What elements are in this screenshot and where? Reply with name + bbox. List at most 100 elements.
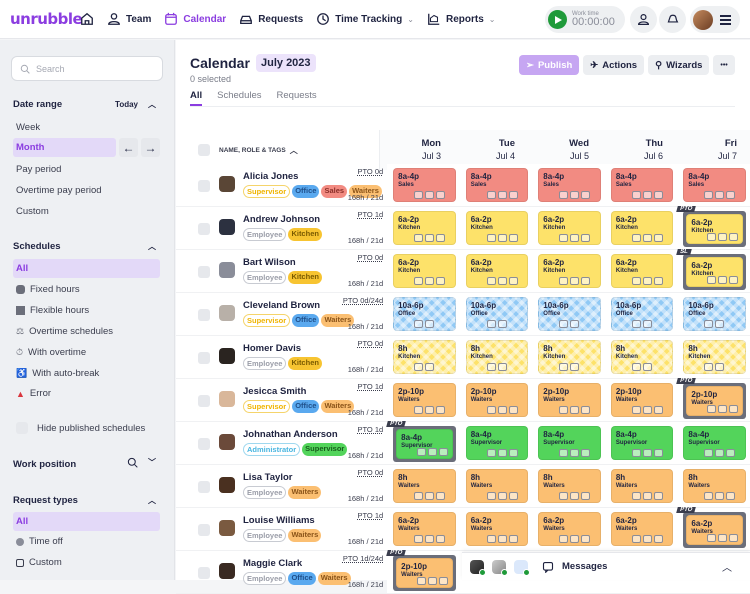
nav-home[interactable] [80, 12, 94, 26]
shift-card[interactable]: 8h Kitchen [465, 340, 529, 374]
chevron-up-icon[interactable]: ︿ [722, 559, 732, 574]
chevron-up-icon[interactable]: ︿ [148, 241, 156, 252]
shift-card[interactable]: 8h Kitchen [683, 340, 746, 374]
pto-balance[interactable]: PTO 0d [357, 253, 383, 262]
next-arrow-icon[interactable]: → [141, 138, 160, 157]
pto-balance[interactable]: PTO 1d [357, 382, 383, 391]
time-off-overlay[interactable]: SL 6a-2p Kitchen [676, 249, 746, 290]
user-status-button[interactable] [630, 6, 657, 33]
row-checkbox[interactable] [198, 309, 210, 321]
row-checkbox[interactable] [198, 223, 210, 235]
shift-card[interactable]: 6a-2p Kitchen [686, 257, 743, 287]
actions-button[interactable]: ✈ Actions [583, 55, 645, 75]
shift-card[interactable]: 2p-10p Waiters [465, 383, 529, 417]
date-range-pay-period[interactable]: Pay period [16, 164, 61, 175]
more-options-button[interactable]: ••• [713, 55, 735, 75]
schedule-fixed-hours[interactable]: Fixed hours [16, 284, 80, 295]
nav-reports[interactable]: Reports ⌄ [427, 12, 495, 26]
request-types-all[interactable]: All [13, 512, 160, 531]
avatar[interactable] [219, 434, 235, 450]
shift-card[interactable]: 8h Waiters [465, 469, 529, 503]
time-off-overlay[interactable]: PTO 8a-4p Supervisor [386, 421, 456, 462]
app-logo[interactable]: unrubble [10, 10, 83, 28]
date-range-week[interactable]: Week [16, 122, 40, 133]
shift-card[interactable]: 8a-4p Sales [610, 168, 674, 202]
pto-balance[interactable]: PTO 0d [357, 167, 383, 176]
shift-card[interactable]: 10a-6p Office [610, 297, 674, 331]
schedule-error[interactable]: ▲ Error [16, 388, 51, 399]
row-checkbox[interactable] [198, 352, 210, 364]
pto-balance[interactable]: PTO 1d/24d [343, 554, 383, 563]
chevron-up-icon[interactable]: ︿ [148, 99, 156, 110]
hide-published-toggle[interactable]: Hide published schedules [16, 422, 145, 434]
shift-card[interactable]: 8a-4p Sales [465, 168, 529, 202]
shift-card[interactable]: 8h Kitchen [610, 340, 674, 374]
time-off-overlay[interactable]: PTO 6a-2p Kitchen [676, 206, 746, 247]
row-checkbox[interactable] [198, 266, 210, 278]
avatar[interactable] [219, 520, 235, 536]
search-input[interactable]: Search [11, 56, 163, 81]
previous-arrow-icon[interactable]: ← [119, 138, 138, 157]
request-type-custom[interactable]: Custom [16, 557, 62, 568]
shift-card[interactable]: 8a-4p Supervisor [396, 429, 453, 459]
pto-balance[interactable]: PTO 0d [357, 339, 383, 348]
nav-calendar[interactable]: Calendar [164, 12, 226, 26]
tab-all[interactable]: All [190, 90, 203, 106]
sort-chevron-up-icon[interactable]: ︿ [290, 145, 298, 156]
shift-card[interactable]: 2p-10p Waiters [686, 386, 743, 416]
shift-card[interactable]: 10a-6p Office [538, 297, 601, 331]
shift-card[interactable]: 8a-4p Sales [538, 168, 601, 202]
chevron-up-icon[interactable]: ︿ [148, 495, 156, 506]
person-name[interactable]: Lisa Taylor [243, 472, 292, 483]
shift-card[interactable]: 10a-6p Office [393, 297, 456, 331]
avatar[interactable] [219, 348, 235, 364]
shift-card[interactable]: 6a-2p Kitchen [610, 211, 674, 245]
hide-published-checkbox[interactable] [16, 422, 28, 434]
support-headset-icon[interactable] [514, 559, 530, 576]
shift-card[interactable]: 6a-2p Kitchen [393, 211, 456, 245]
shift-card[interactable]: 8h Kitchen [538, 340, 601, 374]
play-icon[interactable] [548, 10, 567, 29]
search-icon[interactable] [127, 457, 138, 468]
pto-balance[interactable]: PTO 0d [357, 468, 383, 477]
pto-balance[interactable]: PTO 1d [357, 425, 383, 434]
date-range-custom[interactable]: Custom [16, 206, 49, 217]
shift-card[interactable]: 6a-2p Kitchen [686, 214, 743, 244]
schedule-flexible-hours[interactable]: Flexible hours [16, 305, 89, 316]
nav-team[interactable]: Team [107, 12, 151, 26]
shift-card[interactable]: 6a-2p Kitchen [465, 211, 529, 245]
shift-card[interactable]: 8a-4p Supervisor [538, 426, 601, 460]
avatar[interactable] [219, 262, 235, 278]
row-checkbox[interactable] [198, 180, 210, 192]
row-checkbox[interactable] [198, 438, 210, 450]
shift-card[interactable]: 8h Waiters [393, 469, 456, 503]
avatar[interactable] [219, 391, 235, 407]
date-range-month[interactable]: Month [13, 138, 116, 157]
schedule-overtime[interactable]: ⚖ Overtime schedules [16, 326, 113, 337]
avatar[interactable] [492, 559, 508, 576]
person-name[interactable]: Louise Williams [243, 515, 315, 526]
avatar[interactable] [219, 563, 235, 579]
shift-card[interactable]: 6a-2p Waiters [538, 512, 601, 546]
wizards-button[interactable]: ⚲ Wizards [648, 55, 710, 75]
time-off-overlay[interactable]: PTO 2p-10p Waiters [386, 550, 456, 591]
chevron-down-icon[interactable]: ﹀ [148, 457, 156, 468]
shift-card[interactable]: 2p-10p Waiters [393, 383, 456, 417]
person-name[interactable]: Bart Wilson [243, 257, 296, 268]
person-name[interactable]: Alicia Jones [243, 171, 298, 182]
shift-card[interactable]: 2p-10p Waiters [610, 383, 674, 417]
work-position-header[interactable]: Work position [13, 459, 76, 470]
shift-card[interactable]: 8h Kitchen [393, 340, 456, 374]
person-name[interactable]: Johnathan Anderson [243, 429, 338, 440]
shift-card[interactable]: 10a-6p Office [683, 297, 746, 331]
pto-balance[interactable]: PTO 1d [357, 511, 383, 520]
shift-card[interactable]: 8a-4p Sales [683, 168, 746, 202]
time-off-overlay[interactable]: PTO 6a-2p Waiters [676, 507, 746, 548]
select-all-checkbox[interactable] [198, 144, 210, 156]
shift-card[interactable]: 2p-10p Waiters [538, 383, 601, 417]
avatar[interactable] [219, 305, 235, 321]
request-type-time-off[interactable]: Time off [16, 536, 63, 547]
shift-card[interactable]: 8a-4p Sales [393, 168, 456, 202]
shift-card[interactable]: 8a-4p Supervisor [683, 426, 746, 460]
schedule-with-overtime[interactable]: ⏱ With overtime [16, 347, 86, 358]
